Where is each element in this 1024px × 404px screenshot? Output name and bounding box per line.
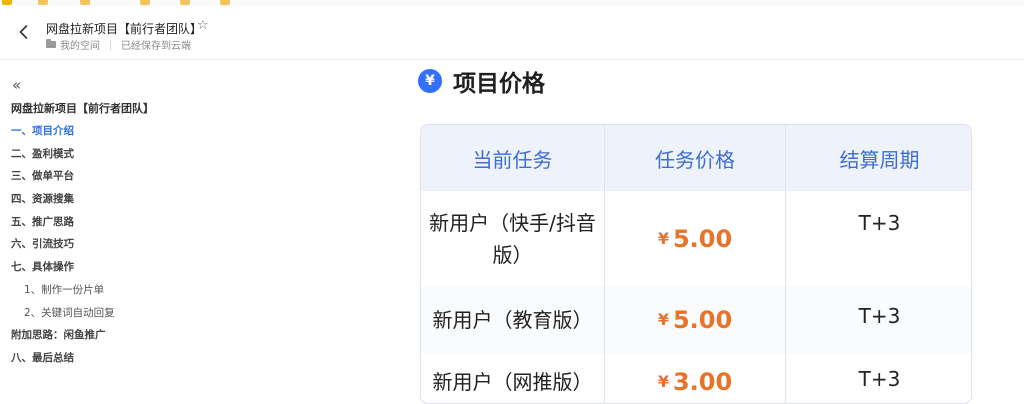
task-name-line: 版） [492,242,533,267]
outline-item[interactable]: 六、引流技巧 [11,235,115,258]
column-header-task: 当前任务 [472,147,553,172]
outline-subitem[interactable]: 1、制作一份片单 [11,281,115,304]
table-cell-price: ¥5.00 [605,191,785,286]
outline-item[interactable]: 七、具体操作 [11,258,115,281]
bookmark-folder-icon[interactable] [220,0,230,5]
collapse-outline-icon[interactable]: « [12,76,21,94]
folder-icon [46,39,56,48]
save-status: 已经保存到云端 [121,41,191,52]
outline-item[interactable]: 一、项目介绍 [11,122,115,145]
outline-list: 一、项目介绍 二、盈利模式 三、做单平台 四、资源搜集 五、推广思路 六、引流技… [11,122,115,372]
table-cell-price: ¥3.00 [605,357,785,403]
outline-item[interactable]: 五、推广思路 [11,213,115,236]
section-heading: 项目价格 [453,71,545,97]
star-icon[interactable]: ☆ [197,18,209,33]
outline-item[interactable]: 四、资源搜集 [11,190,115,213]
table-cell-task: 新用户（网推版） [432,370,593,394]
price-value: 3.00 [672,368,733,396]
outline-item[interactable]: 附加思路：闲鱼推广 [11,326,115,349]
breadcrumb: 我的空间 已经保存到云端 [46,37,191,52]
bookmark-folder-icon[interactable] [38,0,48,5]
outline-subitem[interactable]: 2、关键词自动回复 [11,304,115,327]
document-title[interactable]: 网盘拉新项目【前行者团队】 [46,20,202,37]
column-header-cycle: 结算周期 [839,147,920,172]
price-value: 5.00 [672,224,733,253]
table-cell-task: 新用户（快手/抖音 版） [421,191,604,286]
column-header-price: 任务价格 [655,147,735,172]
bookmark-folder-icon[interactable] [80,0,90,5]
price-table: 当前任务 任务价格 结算周期 新用户（快手/抖音 版） ¥5.00 T+3 新用… [420,124,972,404]
table-cell-cycle: T+3 [858,367,901,391]
currency-symbol: ¥ [657,372,669,391]
outline-item[interactable]: 二、盈利模式 [11,145,115,168]
task-name-line: 新用户（快手/抖音 [429,210,596,235]
outline-title[interactable]: 网盘拉新项目【前行者团队】 [11,100,154,116]
price-value: 5.00 [672,306,733,334]
yen-icon: ¥ [418,69,442,93]
breadcrumb-my-space[interactable]: 我的空间 [60,37,100,52]
document-header: 网盘拉新项目【前行者团队】 ☆ 我的空间 已经保存到云端 [0,6,1024,60]
outline-item[interactable]: 三、做单平台 [11,167,115,190]
table-cell-price: ¥5.00 [605,286,785,354]
table-cell-cycle: T+3 [858,211,901,235]
bookmark-star-icon[interactable] [2,0,12,5]
back-arrow-icon[interactable] [14,22,34,42]
currency-symbol: ¥ [657,310,669,329]
table-cell-cycle: T+3 [858,304,901,328]
bookmark-folder-icon[interactable] [180,0,190,5]
outline-item[interactable]: 八、最后总结 [11,349,115,372]
divider [110,39,111,50]
bookmark-folder-icon[interactable] [140,0,150,5]
table-cell-task: 新用户（教育版） [432,308,593,332]
currency-symbol: ¥ [657,228,669,248]
